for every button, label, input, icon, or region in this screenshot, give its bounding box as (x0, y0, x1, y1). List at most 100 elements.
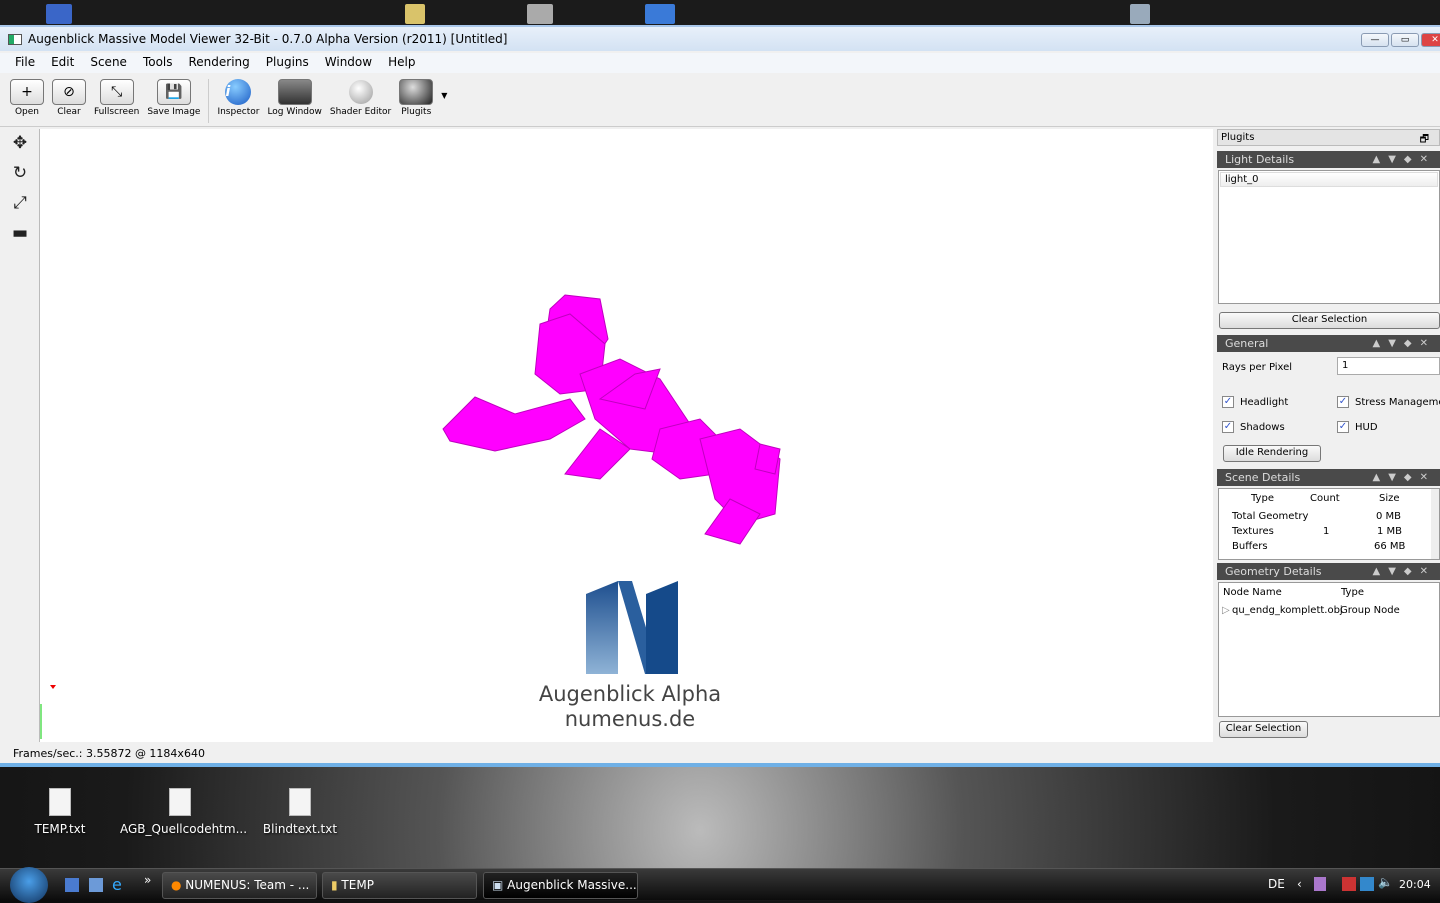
scene-canvas (40, 294, 781, 739)
menu-edit[interactable]: Edit (43, 53, 82, 73)
taskbar: e » ● NUMENUS: Team - ... ▮ TEMP ▣ Augen… (0, 867, 1440, 903)
table-cell: Total Geometry (1232, 511, 1309, 522)
table-cell: Buffers (1232, 541, 1268, 552)
log-window-button[interactable]: Log Window (267, 75, 322, 117)
language-indicator[interactable]: DE (1268, 877, 1285, 891)
task-firefox[interactable]: ● NUMENUS: Team - ... (162, 872, 317, 899)
column-header[interactable]: Node Name (1223, 587, 1282, 598)
list-item[interactable]: light_0 (1220, 172, 1438, 187)
scale-tool-icon[interactable]: ⤢ (8, 193, 32, 217)
headlight-checkbox[interactable]: ✓ Headlight (1222, 396, 1288, 408)
task-augenblick[interactable]: ▣ Augenblick Massive... (483, 872, 638, 899)
menu-scene[interactable]: Scene (82, 53, 135, 73)
shader-editor-button[interactable]: Shader Editor (330, 75, 391, 117)
fullscreen-button[interactable]: ⤡ Fullscreen (94, 75, 139, 117)
save-image-button[interactable]: 💾 Save Image (147, 75, 200, 117)
clear-selection-button[interactable]: Clear Selection (1219, 721, 1308, 738)
clear-selection-button[interactable]: Clear Selection (1219, 312, 1440, 329)
desktop-file[interactable]: TEMP.txt (0, 788, 120, 836)
dock-arrows-icon[interactable]: ▲▼◆✕ (1373, 335, 1436, 352)
column-header[interactable]: Count (1310, 493, 1340, 504)
general-header[interactable]: General ▲▼◆✕ (1217, 335, 1440, 352)
geometry-details-header[interactable]: Geometry Details ▲▼◆✕ (1217, 563, 1440, 580)
rays-per-pixel-spinbox[interactable]: 1 (1337, 357, 1440, 375)
scrollbar[interactable] (1431, 489, 1439, 559)
menu-window[interactable]: Window (317, 53, 380, 73)
minimize-button[interactable]: — (1361, 33, 1389, 47)
app-icon (8, 33, 22, 45)
more-icon[interactable]: » (144, 873, 151, 887)
firefox-icon: ● (171, 878, 186, 892)
panel-title: Plugits 🗗 (1217, 129, 1440, 146)
desktop-file[interactable]: AGB_Quellcodehtm... (120, 788, 247, 836)
desktop-icon[interactable] (645, 4, 675, 24)
menu-rendering[interactable]: Rendering (181, 53, 258, 73)
light-details-header[interactable]: Light Details ▲▼◆✕ (1217, 151, 1440, 168)
table-cell: 1 MB (1377, 526, 1403, 537)
text-file-icon (289, 788, 311, 816)
augenblick-logo (586, 581, 678, 674)
float-icon[interactable]: 🗗 (1420, 132, 1429, 149)
desktop-top-strip (0, 0, 1440, 25)
column-header[interactable]: Type (1251, 493, 1274, 504)
expand-arrow-icon[interactable]: ▷ (1222, 605, 1230, 616)
dock-arrows-icon[interactable]: ▲▼◆✕ (1373, 151, 1436, 168)
maximize-button[interactable]: ▭ (1391, 33, 1419, 47)
dock-arrows-icon[interactable]: ▲▼◆✕ (1373, 563, 1436, 580)
computer-icon[interactable] (527, 4, 553, 24)
3d-viewport[interactable]: Augenblick Alpha numenus.de (40, 129, 1213, 742)
ie-icon[interactable]: e (112, 875, 122, 894)
menu-bar: File Edit Scene Tools Rendering Plugins … (0, 53, 1440, 73)
camera-tool-icon[interactable]: ▬ (8, 223, 32, 247)
plus-icon: + (10, 79, 44, 105)
menu-plugins[interactable]: Plugins (258, 53, 317, 73)
start-button[interactable] (10, 867, 48, 903)
hud-checkbox[interactable]: ✓ HUD (1337, 421, 1378, 433)
dock-arrows-icon[interactable]: ▲▼◆✕ (1373, 469, 1436, 486)
close-button[interactable]: ✕ (1421, 33, 1440, 47)
menu-help[interactable]: Help (380, 53, 423, 73)
tree-node-type: Group Node (1340, 605, 1400, 616)
tray-app-icon[interactable] (1314, 877, 1326, 891)
rotate-tool-icon[interactable]: ↻ (8, 163, 32, 187)
menu-file[interactable]: File (7, 53, 43, 73)
menu-tools[interactable]: Tools (135, 53, 181, 73)
dropdown-arrow-icon[interactable]: ▼ (441, 91, 447, 100)
idle-rendering-button[interactable]: Idle Rendering (1223, 445, 1321, 462)
move-tool-icon[interactable]: ✥ (8, 133, 32, 157)
shadows-checkbox[interactable]: ✓ Shadows (1222, 421, 1285, 433)
tray-expand-icon[interactable]: ‹ (1297, 877, 1302, 891)
column-header[interactable]: Type (1341, 587, 1364, 598)
toolbar: + Open ⊘ Clear ⤡ Fullscreen 💾 Save Image i In… (0, 75, 1440, 127)
window-title: Augenblick Massive Model Viewer 32-Bit -… (28, 32, 508, 46)
clear-button[interactable]: ⊘ Clear (52, 75, 86, 117)
tree-node[interactable]: qu_endg_komplett.obj (1232, 605, 1343, 616)
stress-management-checkbox[interactable]: ✓Stress Management (1337, 396, 1440, 408)
volume-icon[interactable]: 🔈 (1378, 875, 1393, 889)
open-button[interactable]: + Open (10, 75, 44, 117)
table-cell: 0 MB (1376, 511, 1402, 522)
switch-windows-icon[interactable] (89, 878, 103, 892)
table-cell: 1 (1323, 526, 1330, 537)
scene-details-header[interactable]: Scene Details ▲▼◆✕ (1217, 469, 1440, 486)
floppy-icon: 💾 (156, 79, 191, 105)
folder-icon[interactable] (405, 4, 425, 24)
network-icon[interactable] (1360, 877, 1374, 891)
fullscreen-icon: ⤡ (99, 79, 134, 105)
task-temp[interactable]: ▮ TEMP (322, 872, 477, 899)
inspector-button[interactable]: i Inspector (217, 75, 259, 117)
light-list[interactable]: light_0 (1218, 170, 1440, 304)
app-icon: ▣ (492, 878, 508, 892)
table-cell: Textures (1232, 526, 1274, 537)
column-header[interactable]: Size (1379, 493, 1400, 504)
show-desktop-icon[interactable] (65, 878, 79, 892)
geometry-tree[interactable]: Node Name Type ▷ qu_endg_komplett.obj Gr… (1218, 582, 1440, 717)
clock[interactable]: 20:04 (1399, 878, 1431, 891)
recycle-bin-icon[interactable] (1130, 4, 1150, 24)
plugits-icon (399, 79, 434, 105)
desktop-icon[interactable] (46, 4, 72, 24)
safely-remove-icon[interactable] (1342, 877, 1356, 891)
desktop-file[interactable]: Blindtext.txt (240, 788, 360, 836)
logo-text: Augenblick Alpha numenus.de (538, 682, 722, 731)
plugits-button[interactable]: Plugits (399, 75, 434, 117)
